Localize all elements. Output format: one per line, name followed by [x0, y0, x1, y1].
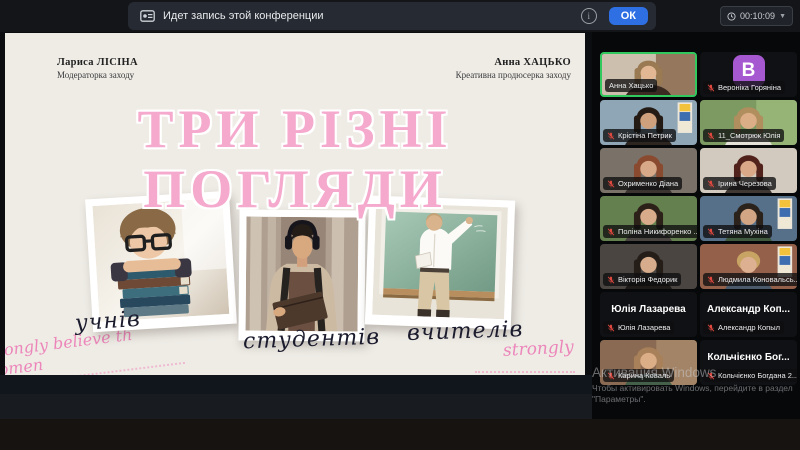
participant-name-large: Юлія Лазарева: [600, 304, 697, 315]
chevron-down-icon[interactable]: ▼: [779, 13, 786, 20]
participant-name-label: Вікторія Федорик: [603, 273, 681, 286]
participant-name-label: 11_Смотрюк Юлія: [703, 129, 784, 142]
participant-name-large: Кольчієнко Бог...: [700, 352, 797, 363]
student-photo: [238, 209, 365, 341]
photo-label-students: студентів: [243, 325, 381, 355]
participants-sidebar: Анна Хацько ВВероніка Горяніна Крістіна Пе…: [592, 32, 800, 419]
participant-name-label: Александр Копыл: [703, 321, 784, 334]
participant-tile[interactable]: Поліна Никифоренко ...: [600, 196, 697, 241]
muted-mic-icon: [707, 228, 715, 236]
moderator-name: Лариса ЛІСІНА: [57, 57, 138, 68]
producer-name: Анна ХАЦЬКО: [456, 57, 571, 68]
participant-name-label: Людмила Коновальсь...: [703, 273, 797, 286]
participant-name-label: Вероніка Горяніна: [703, 81, 785, 94]
slide-header-right: Анна ХАЦЬКО Креативна продюсерка заходу: [456, 57, 571, 80]
area-below-slide: [0, 375, 592, 394]
participant-tile[interactable]: Тетяна Мухіна: [700, 196, 797, 241]
muted-mic-icon: [607, 228, 615, 236]
recording-banner-text: Идет запись этой конференции: [163, 10, 324, 22]
muted-mic-icon: [707, 276, 715, 284]
participant-tile[interactable]: Людмила Коновальсь...: [700, 244, 797, 289]
participant-name-large: Александр Коп...: [700, 304, 797, 315]
timer-value: 00:10:09: [740, 11, 775, 21]
producer-role: Креативна продюсерка заходу: [456, 70, 571, 80]
participant-tile[interactable]: 11_Смотрюк Юлія: [700, 100, 797, 145]
muted-mic-icon: [707, 324, 715, 332]
muted-mic-icon: [607, 324, 615, 332]
clock-icon: [727, 12, 736, 21]
participant-name-label: Крістіна Петрик: [603, 129, 676, 142]
participant-name-label: Юлія Лазарева: [603, 321, 674, 334]
meeting-window: Идет запись этой конференции i ОК 00:10:…: [0, 0, 800, 450]
participant-tile[interactable]: Ірина Черезова: [700, 148, 797, 193]
recording-banner: Идет запись этой конференции i ОК: [128, 2, 656, 30]
participant-tile[interactable]: Крістіна Петрик: [600, 100, 697, 145]
info-icon[interactable]: i: [581, 8, 597, 24]
participant-name-label: Ірина Черезова: [703, 177, 776, 190]
muted-mic-icon: [607, 276, 615, 284]
ok-button[interactable]: ОК: [609, 7, 648, 25]
participant-tile[interactable]: Юлія Лазарева Юлія Лазарева: [600, 292, 697, 337]
participants-grid: Анна Хацько ВВероніка Горяніна Крістіна Пе…: [600, 52, 797, 385]
participant-tile[interactable]: Охрименко Діана: [600, 148, 697, 193]
participant-name-label: Поліна Никифоренко ...: [603, 225, 697, 238]
participant-tile[interactable]: Анна Хацько: [600, 52, 697, 97]
windows-activation-watermark: Активация Windows Чтобы активировать Win…: [592, 365, 796, 406]
bottom-band: [0, 419, 800, 450]
muted-mic-icon: [607, 180, 615, 188]
photo-label-teachers: вчителів: [407, 317, 524, 346]
muted-mic-icon: [707, 84, 715, 92]
area-below-slide: [0, 394, 592, 419]
participant-tile[interactable]: Александр Коп... Александр Копыл: [700, 292, 797, 337]
pink-speckles: [475, 363, 575, 373]
participant-name-label: Анна Хацько: [605, 79, 657, 92]
participant-tile[interactable]: Вікторія Федорик: [600, 244, 697, 289]
photo-label-pupils: учнів: [74, 307, 141, 337]
muted-mic-icon: [607, 132, 615, 140]
slide-title-line1: ТРИ РІЗНІ: [5, 99, 585, 159]
top-bar: Идет запись этой конференции i ОК 00:10:…: [0, 0, 800, 32]
shared-presentation-slide: Лариса ЛІСІНА Модераторка заходу Анна ХА…: [5, 33, 585, 375]
moderator-role: Модераторка заходу: [57, 70, 138, 80]
muted-mic-icon: [707, 132, 715, 140]
participant-name-label: Охрименко Діана: [603, 177, 682, 190]
recording-icon: [140, 10, 155, 22]
meeting-timer[interactable]: 00:10:09 ▼: [720, 6, 793, 26]
participant-name-label: Тетяна Мухіна: [703, 225, 772, 238]
muted-mic-icon: [707, 180, 715, 188]
slide-title-line2: ПОГЛЯДИ: [5, 159, 585, 219]
participant-tile[interactable]: ВВероніка Горяніна: [700, 52, 797, 97]
slide-title: ТРИ РІЗНІ ПОГЛЯДИ: [5, 99, 585, 219]
slide-header-left: Лариса ЛІСІНА Модераторка заходу: [57, 57, 138, 80]
